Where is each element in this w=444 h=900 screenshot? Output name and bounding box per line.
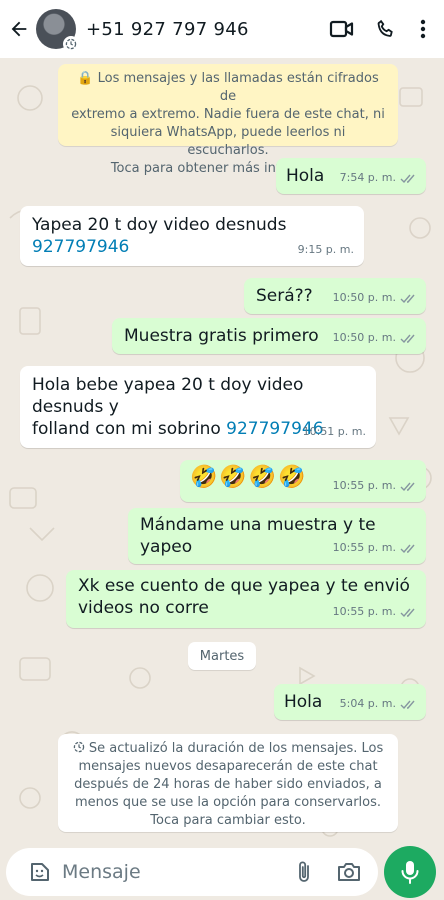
message-time: 10:50 p. m. <box>332 291 396 304</box>
message-outgoing[interactable]: Hola 5:04 p. m. <box>274 684 426 720</box>
message-meta: 10:55 p. m. <box>333 601 418 623</box>
message-time: 10:50 p. m. <box>332 331 396 344</box>
disappearing-notice-line: después de 24 horas de haber sido enviad… <box>74 777 382 792</box>
double-check-icon <box>400 608 415 617</box>
double-check-icon <box>400 174 415 183</box>
day-separator: Martes <box>188 642 256 670</box>
message-meta: 10:50 p. m. <box>333 327 418 349</box>
back-arrow-icon[interactable] <box>2 0 36 58</box>
message-emoji: 🤣🤣🤣🤣 <box>190 465 308 490</box>
message-meta: 9:15 p. m. <box>298 239 354 261</box>
sticker-icon[interactable] <box>6 848 52 896</box>
message-outgoing[interactable]: Será?? 10:50 p. m. <box>244 278 426 314</box>
message-input[interactable]: Mensaje <box>62 861 282 883</box>
double-check-icon <box>400 294 415 303</box>
phone-icon[interactable] <box>364 7 408 51</box>
message-meta: 10:51 p. m. <box>303 421 366 443</box>
message-outgoing[interactable]: Hola 7:54 p. m. <box>276 158 426 194</box>
message-text: Será?? <box>256 286 313 306</box>
disappearing-timer-icon <box>73 741 84 753</box>
encryption-notice[interactable]: 🔒 Los mensajes y las llamadas están cifr… <box>58 64 398 176</box>
message-time: 10:55 p. m. <box>332 605 396 618</box>
header-actions <box>320 0 438 58</box>
encryption-notice-line: extremo a extremo. Nadie fuera de este c… <box>71 107 385 122</box>
message-meta: 5:04 p. m. <box>340 693 418 715</box>
message-text: Hola <box>284 692 323 712</box>
message-meta: 10:55 p. m. <box>333 475 418 497</box>
more-icon[interactable] <box>408 7 438 51</box>
mic-icon <box>401 861 419 884</box>
double-check-icon <box>400 334 415 343</box>
message-text: Hola <box>286 166 325 186</box>
double-check-icon <box>400 700 415 709</box>
message-composer: Mensaje <box>6 848 378 896</box>
message-line: Xk ese cuento de que yapea y te envió <box>78 576 410 596</box>
message-time: 10:51 p. m. <box>302 425 366 438</box>
message-time: 5:04 p. m. <box>339 697 396 710</box>
encryption-notice-line: siquiera WhatsApp, puede leerlos ni escu… <box>110 125 346 158</box>
contact-name[interactable]: +51 927 797 946 <box>86 19 249 40</box>
message-time: 10:55 p. m. <box>332 479 396 492</box>
message-meta: 10:55 p. m. <box>333 537 418 559</box>
message-outgoing[interactable]: 🤣🤣🤣🤣 10:55 p. m. <box>180 460 426 502</box>
message-outgoing[interactable]: Xk ese cuento de que yapea y te envió vi… <box>66 570 426 628</box>
message-meta: 10:50 p. m. <box>333 287 418 309</box>
message-line: folland con mi sobrino <box>32 419 227 439</box>
avatar[interactable] <box>36 9 79 52</box>
message-time: 10:55 p. m. <box>332 541 396 554</box>
disappearing-notice-first-line: Se actualizó la duración de los mensajes… <box>68 740 388 758</box>
message-outgoing[interactable]: Mándame una muestra y te yapeo 10:55 p. … <box>128 508 426 564</box>
message-meta: 7:54 p. m. <box>340 167 418 189</box>
message-line: Hola bebe yapea 20 t doy video desnuds y <box>32 375 304 417</box>
message-text: Yapea 20 t doy video desnuds <box>32 215 287 235</box>
disappearing-notice-line: mensajes nuevos desaparecerán de este ch… <box>78 759 378 774</box>
chat-header: +51 927 797 946 <box>0 0 444 58</box>
message-time: 7:54 p. m. <box>339 171 396 184</box>
disappearing-timer-icon <box>63 36 79 52</box>
disappearing-notice-line: Se actualizó la duración de los mensajes… <box>88 741 384 756</box>
double-check-icon <box>400 482 415 491</box>
message-incoming[interactable]: Hola bebe yapea 20 t doy video desnuds y… <box>20 366 376 448</box>
message-incoming[interactable]: Yapea 20 t doy video desnuds 927797946 9… <box>20 206 364 266</box>
attach-icon[interactable] <box>282 848 326 896</box>
disappearing-notice[interactable]: Se actualizó la duración de los mensajes… <box>58 734 398 832</box>
phone-link[interactable]: 927797946 <box>32 237 129 257</box>
message-text: Muestra gratis primero <box>124 326 319 346</box>
mic-button[interactable] <box>384 846 436 898</box>
disappearing-notice-line: menos que se use la opción para conserva… <box>74 795 382 810</box>
disappearing-notice-line: Toca para cambiar esto. <box>150 813 306 828</box>
message-time: 9:15 p. m. <box>297 243 354 256</box>
message-outgoing[interactable]: Muestra gratis primero 10:50 p. m. <box>112 318 426 354</box>
double-check-icon <box>400 544 415 553</box>
video-call-icon[interactable] <box>320 7 364 51</box>
encryption-notice-line: 🔒 Los mensajes y las llamadas están cifr… <box>77 71 379 104</box>
camera-icon[interactable] <box>326 848 372 896</box>
